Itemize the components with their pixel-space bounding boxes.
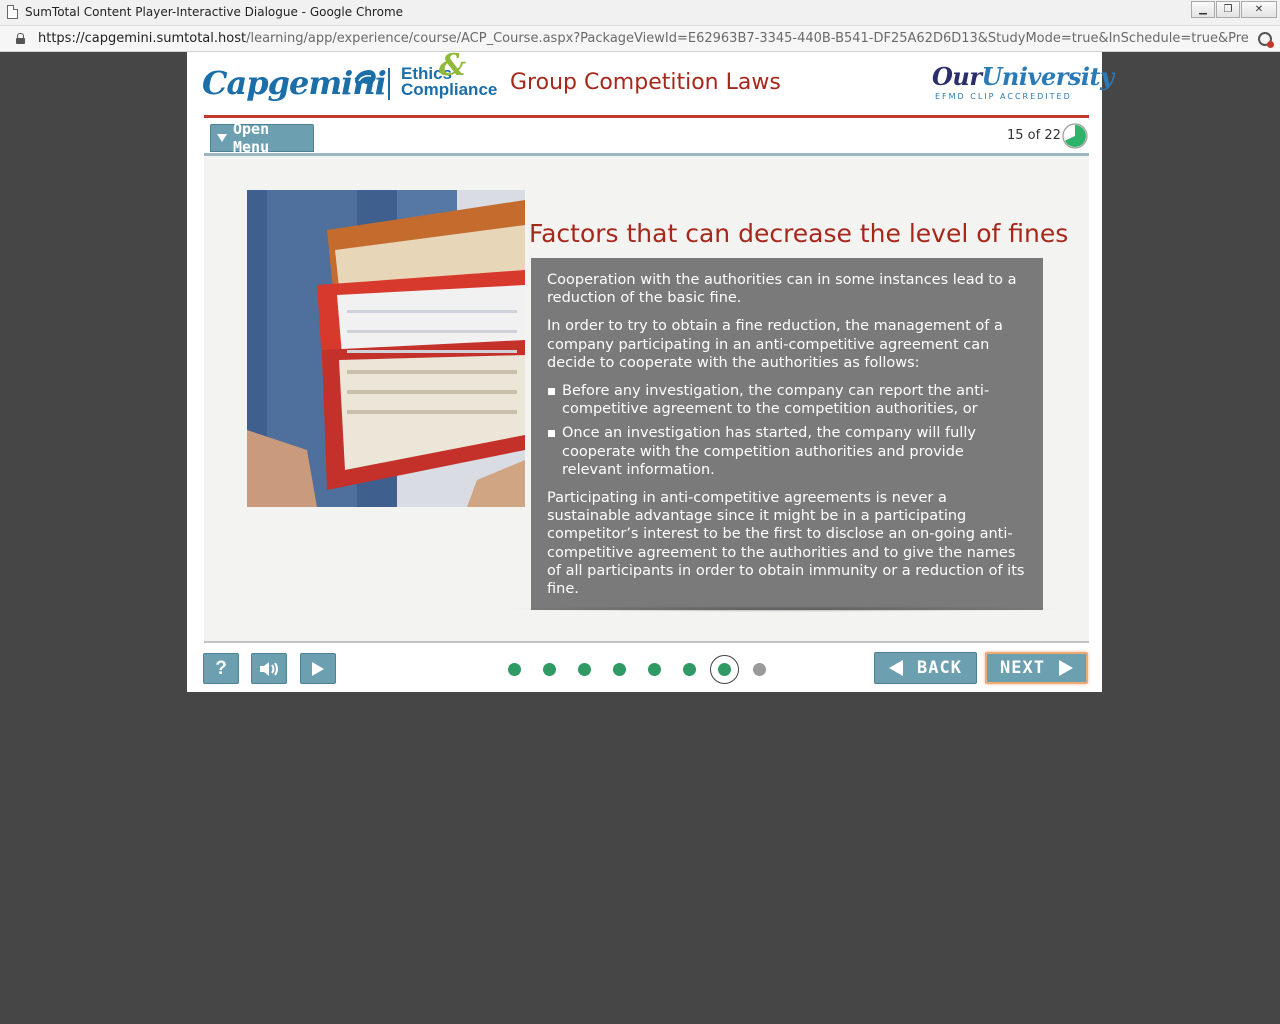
pagination-dot[interactable] [752,663,766,676]
audio-button[interactable] [251,653,287,684]
page-counter: 15 of 22 [1007,128,1061,143]
logo-divider [388,68,390,100]
extension-icon[interactable] [1258,32,1274,48]
page-icon [7,5,18,19]
header-divider [204,115,1089,118]
speaker-icon [260,661,278,676]
play-button[interactable] [300,653,336,684]
spade-logo-icon [355,70,376,86]
lock-icon [16,33,25,44]
bullet-list: Before any investigation, the company ca… [547,382,1027,479]
ethics-compliance-logo: Ethics & Compliance [401,51,498,99]
university-logo-name: University [981,62,1115,91]
paragraph-1: Cooperation with the authorities can in … [547,272,1017,307]
pagination-dot[interactable] [612,663,626,676]
url-field[interactable]: https://capgemini.sumtotal.host/learning… [38,31,1248,46]
triangle-down-icon [217,134,227,142]
maximize-icon: ❐ [1223,4,1233,15]
close-icon: ✕ [1254,4,1264,15]
course-player-frame: Capgemini Ethics & Compliance Group Comp… [187,51,1114,692]
next-label: NEXT [1000,658,1045,678]
footer-divider [204,641,1089,643]
open-menu-button[interactable]: Open Menu [210,120,314,156]
pagination-dot[interactable] [577,663,591,676]
arrow-left-icon [889,660,904,676]
help-button[interactable]: ? [203,653,239,684]
course-title: Group Competition Laws [510,70,781,95]
content-text-box: Cooperation with the authorities can in … [531,258,1043,610]
bullet-item: Before any investigation, the company ca… [547,382,1027,418]
help-icon: ? [215,657,227,679]
pagination-dot[interactable] [682,663,696,676]
open-menu-label: Open Menu [233,120,270,156]
window-title: SumTotal Content Player-Interactive Dial… [25,5,404,19]
close-button[interactable]: ✕ [1241,1,1277,18]
paragraph-2: In order to try to obtain a fine reducti… [547,318,1003,371]
pagination-dot[interactable] [647,663,661,676]
slide-title: Factors that can decrease the level of f… [529,219,1069,248]
arrow-right-icon [1058,660,1073,676]
ethics-logo-line2: Compliance [401,80,498,99]
university-logo-our: Our [932,62,982,91]
text-box-shadow [504,606,1064,612]
paragraph-3: Participating in anti-competitive agreem… [547,490,1025,598]
bullet-item: Once an investigation has started, the c… [547,424,1027,479]
back-button[interactable]: BACK [874,652,977,684]
next-button[interactable]: NEXT [985,652,1088,684]
minimize-icon: ▁ [1199,4,1207,15]
back-label: BACK [917,658,962,678]
url-path: /learning/app/experience/course/ACP_Cour… [246,31,1248,46]
our-university-logo: OurUniversity [932,62,1114,91]
binders-photo [247,190,525,507]
maximize-button[interactable]: ❐ [1216,1,1240,18]
address-bar[interactable]: https://capgemini.sumtotal.host/learning… [0,26,1280,52]
pagination-dot[interactable] [717,663,731,676]
progress-pie-icon [1062,123,1088,149]
url-host: https://capgemini.sumtotal.host [38,31,247,46]
pagination-dot[interactable] [507,663,521,676]
university-accreditation: EFMD CLIP ACCREDITED [935,92,1072,101]
pagination-dot[interactable] [542,663,556,676]
minimize-button[interactable]: ▁ [1191,1,1215,18]
browser-titlebar: SumTotal Content Player-Interactive Dial… [0,0,1280,26]
slide-content: Factors that can decrease the level of f… [204,153,1089,641]
play-icon [312,661,324,676]
ethics-logo-ampersand: & [439,48,467,83]
